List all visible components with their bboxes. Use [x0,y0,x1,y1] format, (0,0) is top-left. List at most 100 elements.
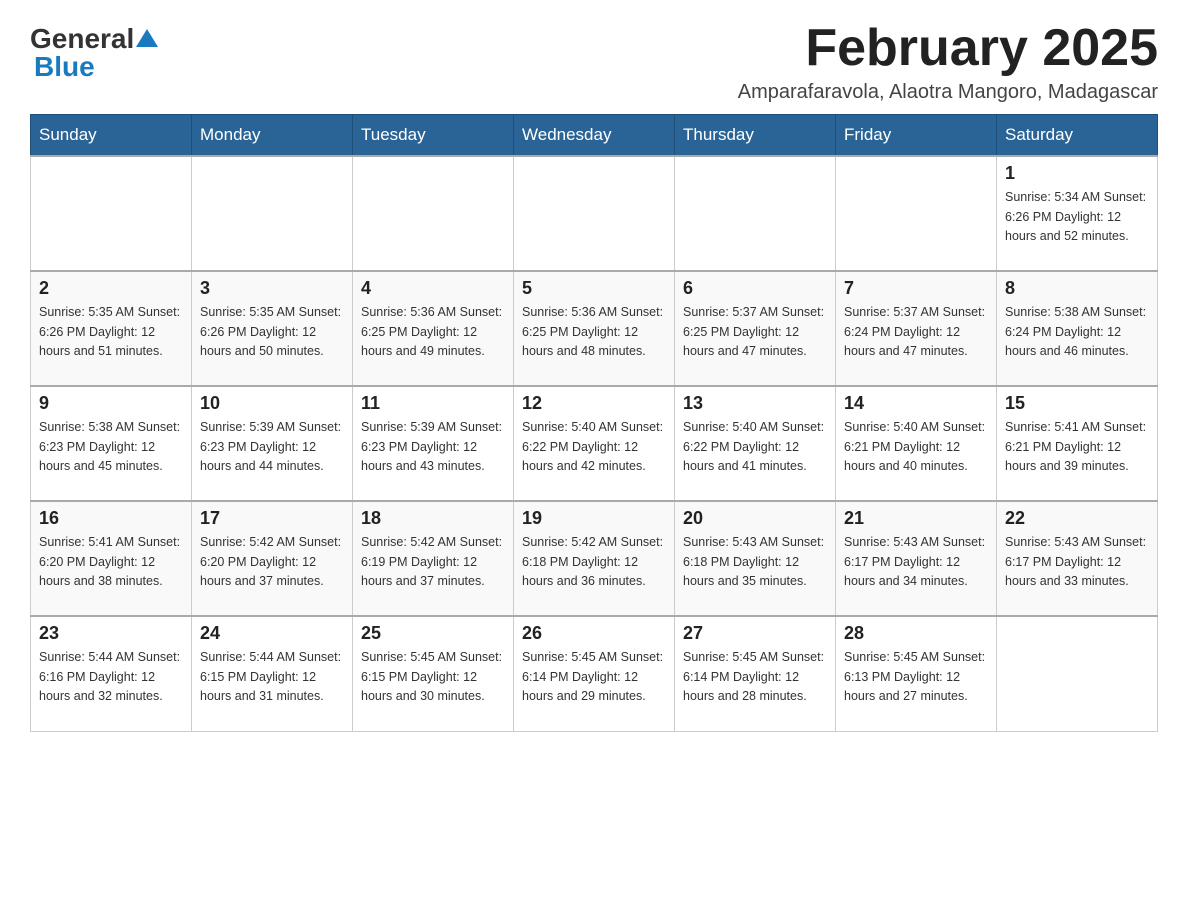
logo-triangle-icon [136,27,158,49]
calendar-cell: 28 Sunrise: 5:45 AM Sunset: 6:13 PM Dayli… [836,616,997,731]
day-number: 19 [522,508,666,529]
calendar-cell: 4Sunrise: 5:36 AM Sunset: 6:25 PM Daylig… [353,271,514,386]
day-number: 26 [522,623,666,644]
calendar-cell: 22 Sunrise: 5:43 AM Sunset: 6:17 PM Dayli… [997,501,1158,616]
calendar-cell: 7Sunrise: 5:37 AM Sunset: 6:24 PM Daylig… [836,271,997,386]
day-number: 4 [361,278,505,299]
calendar-cell [997,616,1158,731]
day-number: 20 [683,508,827,529]
day-number: 25 [361,623,505,644]
day-number: 2 [39,278,183,299]
calendar-weekday-header: Saturday [997,115,1158,157]
day-info: Sunrise: 5:45 AM Sunset: 6:15 PM Dayligh… [361,648,505,706]
day-info: Sunrise: 5:40 AM Sunset: 6:22 PM Dayligh… [522,418,666,476]
day-info: Sunrise: 5:41 AM Sunset: 6:21 PM Dayligh… [1005,418,1149,476]
calendar-cell: 2 Sunrise: 5:35 AM Sunset: 6:26 PM Daylig… [31,271,192,386]
calendar-weekday-header: Thursday [675,115,836,157]
day-info: Sunrise: 5:40 AM Sunset: 6:22 PM Dayligh… [683,418,827,476]
calendar-table: SundayMondayTuesdayWednesdayThursdayFrid… [30,114,1158,732]
day-info: Sunrise: 5:45 AM Sunset: 6:14 PM Dayligh… [683,648,827,706]
calendar-cell [675,156,836,271]
calendar-week-row: 23 Sunrise: 5:44 AM Sunset: 6:16 PM Dayli… [31,616,1158,731]
logo: General Blue [30,25,158,81]
day-number: 15 [1005,393,1149,414]
day-info: Sunrise: 5:42 AM Sunset: 6:18 PM Dayligh… [522,533,666,591]
day-info: Sunrise: 5:42 AM Sunset: 6:19 PM Dayligh… [361,533,505,591]
day-number: 5 [522,278,666,299]
calendar-cell: 5 Sunrise: 5:36 AM Sunset: 6:25 PM Daylig… [514,271,675,386]
calendar-cell: 1 Sunrise: 5:34 AM Sunset: 6:26 PM Daylig… [997,156,1158,271]
logo-blue-text: Blue [34,53,158,81]
day-number: 23 [39,623,183,644]
day-info: Sunrise: 5:42 AM Sunset: 6:20 PM Dayligh… [200,533,344,591]
day-info: Sunrise: 5:40 AM Sunset: 6:21 PM Dayligh… [844,418,988,476]
day-number: 17 [200,508,344,529]
calendar-cell: 12 Sunrise: 5:40 AM Sunset: 6:22 PM Dayli… [514,386,675,501]
calendar-cell [31,156,192,271]
day-info: Sunrise: 5:43 AM Sunset: 6:18 PM Dayligh… [683,533,827,591]
calendar-week-row: 9 Sunrise: 5:38 AM Sunset: 6:23 PM Daylig… [31,386,1158,501]
day-info: Sunrise: 5:37 AM Sunset: 6:24 PM Dayligh… [844,303,988,361]
day-info: Sunrise: 5:38 AM Sunset: 6:23 PM Dayligh… [39,418,183,476]
calendar-cell: 23 Sunrise: 5:44 AM Sunset: 6:16 PM Dayli… [31,616,192,731]
day-number: 13 [683,393,827,414]
calendar-cell: 11 Sunrise: 5:39 AM Sunset: 6:23 PM Dayli… [353,386,514,501]
day-number: 1 [1005,163,1149,184]
day-info: Sunrise: 5:44 AM Sunset: 6:15 PM Dayligh… [200,648,344,706]
calendar-weekday-header: Monday [192,115,353,157]
day-info: Sunrise: 5:35 AM Sunset: 6:26 PM Dayligh… [39,303,183,361]
calendar-weekday-header: Wednesday [514,115,675,157]
day-info: Sunrise: 5:43 AM Sunset: 6:17 PM Dayligh… [844,533,988,591]
calendar-weekday-header: Tuesday [353,115,514,157]
calendar-cell: 15 Sunrise: 5:41 AM Sunset: 6:21 PM Dayli… [997,386,1158,501]
calendar-weekday-header: Sunday [31,115,192,157]
day-info: Sunrise: 5:34 AM Sunset: 6:26 PM Dayligh… [1005,188,1149,246]
calendar-cell: 3 Sunrise: 5:35 AM Sunset: 6:26 PM Daylig… [192,271,353,386]
calendar-cell: 18 Sunrise: 5:42 AM Sunset: 6:19 PM Dayli… [353,501,514,616]
calendar-weekday-header: Friday [836,115,997,157]
calendar-cell: 27 Sunrise: 5:45 AM Sunset: 6:14 PM Dayli… [675,616,836,731]
day-info: Sunrise: 5:39 AM Sunset: 6:23 PM Dayligh… [200,418,344,476]
calendar-subtitle: Amparafaravola, Alaotra Mangoro, Madagas… [738,81,1158,104]
calendar-title: February 2025 [738,20,1158,77]
calendar-cell: 17 Sunrise: 5:42 AM Sunset: 6:20 PM Dayli… [192,501,353,616]
calendar-cell: 6Sunrise: 5:37 AM Sunset: 6:25 PM Daylig… [675,271,836,386]
day-number: 8 [1005,278,1149,299]
calendar-cell: 19 Sunrise: 5:42 AM Sunset: 6:18 PM Dayli… [514,501,675,616]
day-number: 21 [844,508,988,529]
logo-general-text: General [30,25,134,53]
day-info: Sunrise: 5:39 AM Sunset: 6:23 PM Dayligh… [361,418,505,476]
day-info: Sunrise: 5:36 AM Sunset: 6:25 PM Dayligh… [522,303,666,361]
day-number: 22 [1005,508,1149,529]
calendar-cell: 13 Sunrise: 5:40 AM Sunset: 6:22 PM Dayli… [675,386,836,501]
day-number: 28 [844,623,988,644]
day-info: Sunrise: 5:45 AM Sunset: 6:13 PM Dayligh… [844,648,988,706]
calendar-cell [836,156,997,271]
calendar-cell: 26 Sunrise: 5:45 AM Sunset: 6:14 PM Dayli… [514,616,675,731]
calendar-week-row: 1 Sunrise: 5:34 AM Sunset: 6:26 PM Daylig… [31,156,1158,271]
calendar-cell: 16Sunrise: 5:41 AM Sunset: 6:20 PM Dayli… [31,501,192,616]
calendar-week-row: 2 Sunrise: 5:35 AM Sunset: 6:26 PM Daylig… [31,271,1158,386]
calendar-cell: 14Sunrise: 5:40 AM Sunset: 6:21 PM Dayli… [836,386,997,501]
calendar-cell: 25 Sunrise: 5:45 AM Sunset: 6:15 PM Dayli… [353,616,514,731]
day-info: Sunrise: 5:43 AM Sunset: 6:17 PM Dayligh… [1005,533,1149,591]
day-number: 9 [39,393,183,414]
day-number: 3 [200,278,344,299]
calendar-cell [192,156,353,271]
calendar-cell: 20 Sunrise: 5:43 AM Sunset: 6:18 PM Dayli… [675,501,836,616]
calendar-cell: 24 Sunrise: 5:44 AM Sunset: 6:15 PM Dayli… [192,616,353,731]
page-header: General Blue February 2025 Amparafaravol… [30,20,1158,104]
day-number: 18 [361,508,505,529]
day-number: 24 [200,623,344,644]
calendar-cell: 9 Sunrise: 5:38 AM Sunset: 6:23 PM Daylig… [31,386,192,501]
day-info: Sunrise: 5:35 AM Sunset: 6:26 PM Dayligh… [200,303,344,361]
calendar-week-row: 16Sunrise: 5:41 AM Sunset: 6:20 PM Dayli… [31,501,1158,616]
day-number: 11 [361,393,505,414]
calendar-cell: 8Sunrise: 5:38 AM Sunset: 6:24 PM Daylig… [997,271,1158,386]
day-info: Sunrise: 5:44 AM Sunset: 6:16 PM Dayligh… [39,648,183,706]
calendar-cell: 10Sunrise: 5:39 AM Sunset: 6:23 PM Dayli… [192,386,353,501]
day-info: Sunrise: 5:45 AM Sunset: 6:14 PM Dayligh… [522,648,666,706]
day-number: 12 [522,393,666,414]
day-number: 27 [683,623,827,644]
day-number: 6 [683,278,827,299]
